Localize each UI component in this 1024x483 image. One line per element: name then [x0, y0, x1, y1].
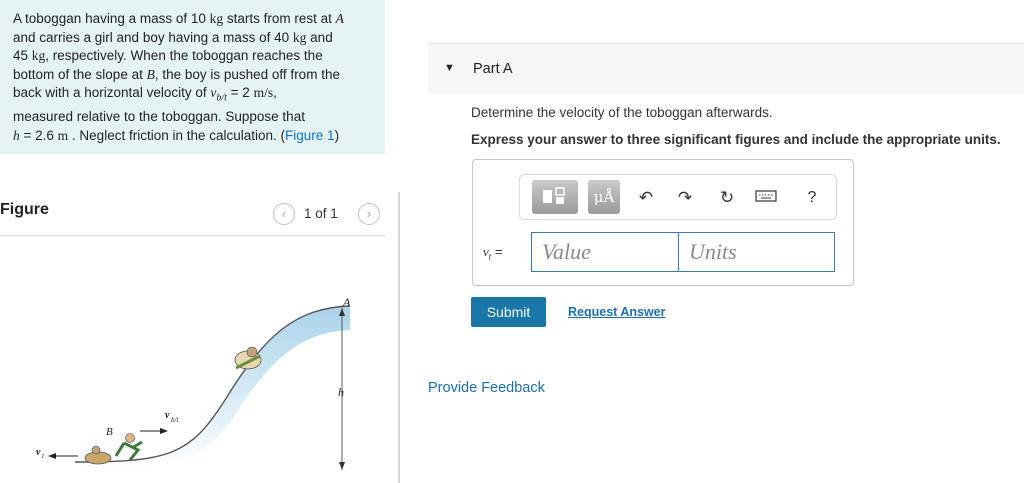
text: = 2.6	[19, 127, 58, 143]
toboggan-rider-icon	[234, 346, 262, 370]
part-title: Part A	[473, 61, 513, 77]
text: ,	[273, 85, 277, 100]
vt-arrowhead	[48, 453, 56, 459]
text: )	[334, 127, 340, 143]
chevron-left-icon: ‹	[281, 206, 287, 221]
keyboard-icon[interactable]	[754, 186, 778, 210]
caret-down-icon[interactable]: ▼	[444, 62, 455, 74]
templates-button[interactable]	[532, 180, 578, 214]
instruction-text: Express your answer to three significant…	[471, 132, 1001, 147]
question-text: Determine the velocity of the toboggan a…	[471, 105, 773, 120]
text: bottom of the slope at	[13, 66, 147, 82]
figure-prev-button[interactable]: ‹	[273, 203, 295, 225]
unit: kg	[292, 29, 307, 45]
part-header[interactable]: ▼ Part A	[428, 43, 1024, 94]
text: . Neglect friction in the calculation. (	[68, 127, 286, 143]
templates-icon	[543, 187, 565, 204]
redo-icon[interactable]: ↷	[673, 186, 697, 210]
chevron-right-icon: ›	[366, 206, 372, 221]
text: measured relative to the toboggan. Suppo…	[13, 109, 305, 125]
math-toolbar: μÅ ↶ ↷ ↻ ?	[519, 174, 837, 220]
label-h: h	[338, 385, 344, 399]
problem-statement: A toboggan having a mass of 10 kg starts…	[0, 0, 385, 154]
text: , respectively. When the toboggan reache…	[45, 48, 323, 63]
slope-snow	[75, 306, 350, 470]
unit: m/s	[253, 85, 274, 100]
request-answer-link[interactable]: Request Answer	[568, 305, 665, 319]
subscript: b/t	[216, 92, 227, 104]
panel-divider[interactable]	[398, 192, 400, 483]
label-vt-sub: t	[42, 452, 45, 460]
text: A toboggan having a mass of 10	[13, 11, 210, 26]
reset-icon[interactable]: ↻	[715, 186, 739, 210]
variable: A	[335, 11, 344, 26]
submit-button[interactable]: Submit	[471, 297, 546, 327]
figure-title: Figure	[0, 201, 49, 218]
undo-icon[interactable]: ↶	[634, 186, 658, 210]
label-vbt: v	[165, 410, 170, 421]
variable: B	[146, 66, 155, 82]
boy-figure-icon	[114, 433, 143, 461]
toboggan-figure: A h B v t v b/t	[36, 295, 351, 470]
equals-sign: =	[491, 244, 503, 259]
units-input[interactable]: Units	[678, 232, 835, 272]
unit: m	[57, 127, 69, 143]
label-vbt-sub: b/t	[171, 416, 179, 424]
unit: kg	[31, 48, 46, 63]
help-icon[interactable]: ?	[800, 186, 824, 210]
text: back with a horizontal velocity of	[13, 85, 211, 100]
figure-next-button[interactable]: ›	[358, 203, 380, 225]
text: 45	[13, 48, 32, 63]
toboggan-bottom-icon	[84, 445, 112, 465]
units-button[interactable]: μÅ	[588, 180, 620, 214]
variable: h	[13, 127, 20, 143]
text: and	[306, 29, 333, 45]
text: , the boy is pushed off from the	[154, 66, 340, 82]
answer-variable-label: vt =	[483, 244, 503, 262]
label-b: B	[106, 426, 113, 438]
figure-counter: 1 of 1	[304, 206, 338, 221]
label-a: A	[342, 295, 351, 309]
text: and carries a girl and boy having a mass…	[13, 29, 293, 45]
answer-box: μÅ ↶ ↷ ↻ ? vt = Value Units	[472, 159, 854, 286]
text: = 2	[226, 85, 254, 100]
vbt-arrowhead	[160, 428, 168, 434]
label-vt: v	[36, 447, 41, 458]
units-icon: μÅ	[593, 188, 615, 206]
height-arrow-bottom	[339, 462, 345, 470]
figure-header: Figure ‹ 1 of 1 ›	[0, 198, 385, 236]
text: starts from rest at	[223, 11, 336, 26]
provide-feedback-link[interactable]: Provide Feedback	[428, 380, 545, 396]
figure-link[interactable]: Figure 1	[285, 128, 335, 143]
unit: kg	[209, 11, 224, 26]
